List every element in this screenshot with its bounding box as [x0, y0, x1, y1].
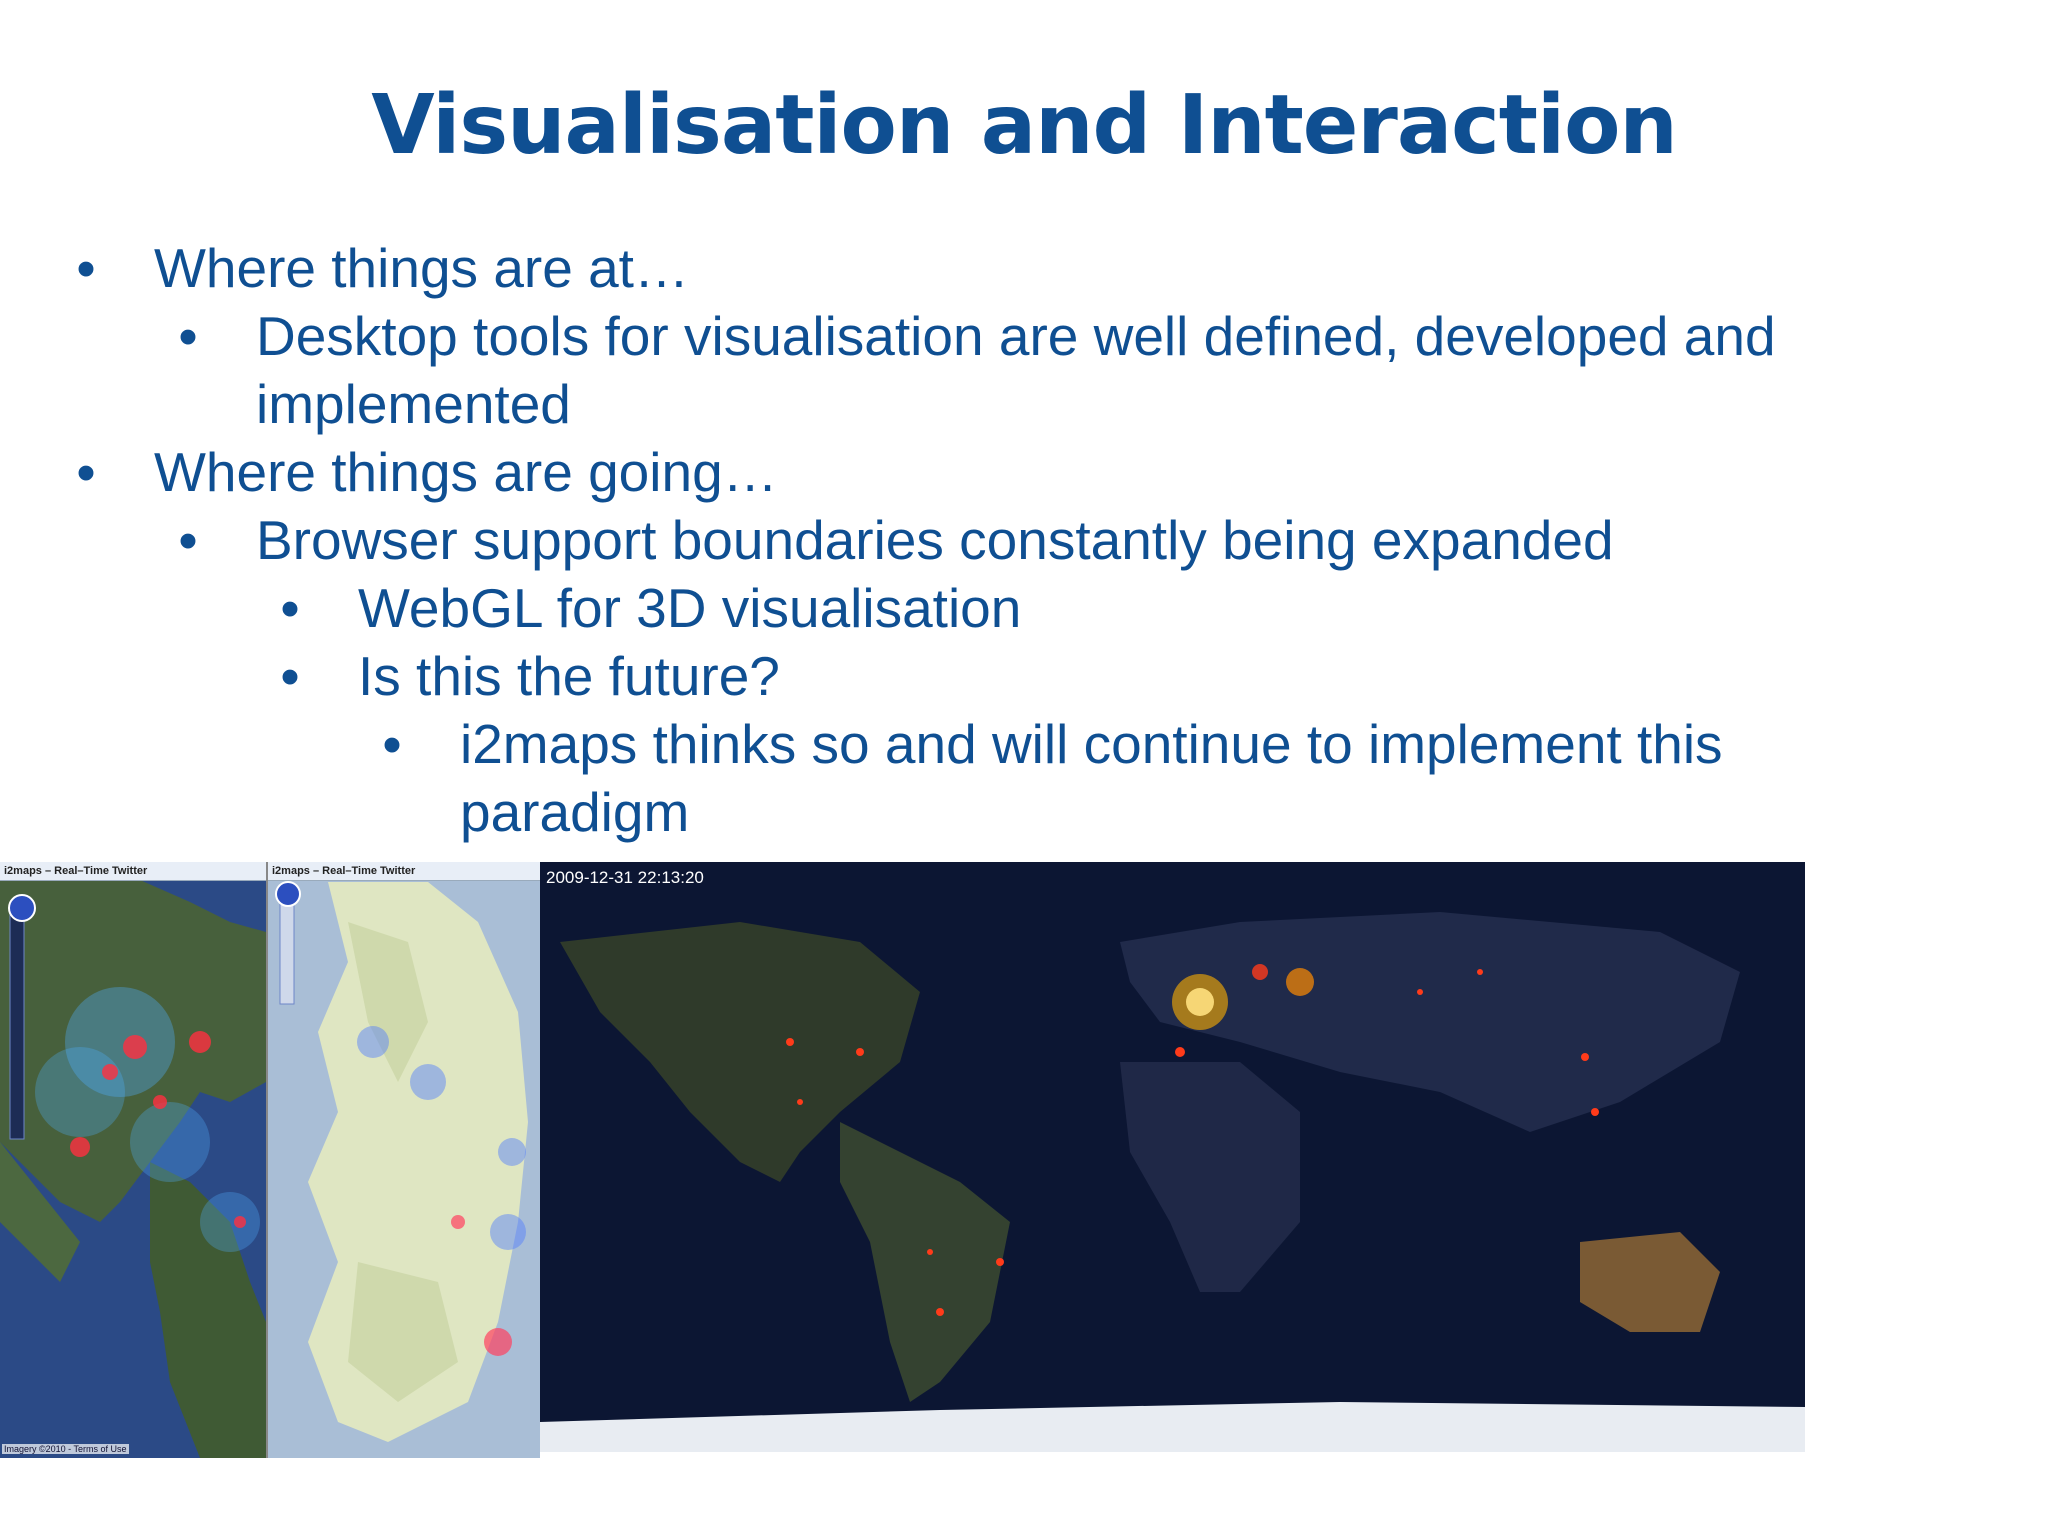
- bullet-symbol: •: [280, 645, 300, 707]
- bullet-symbol: •: [76, 237, 96, 299]
- bullet-text: i2maps thinks so and will continue to im…: [460, 713, 1723, 775]
- bullet-symbol: •: [76, 441, 96, 503]
- bullet-text: Where things are going…: [154, 441, 778, 503]
- map-screenshots-figure: i2maps – Real–Time Twitter Imagery ©2010…: [0, 862, 1805, 1462]
- bullet-symbol: •: [280, 577, 300, 639]
- bullet-text: Where things are at…: [154, 237, 689, 299]
- panel-caption: i2maps – Real–Time Twitter: [0, 862, 266, 881]
- bullet-text: WebGL for 3D visualisation: [358, 577, 1022, 639]
- world-night-map-image: [540, 862, 1805, 1452]
- north-america-heatmap-map: i2maps – Real–Time Twitter Imagery ©2010…: [0, 862, 266, 1458]
- bullet-symbol: •: [382, 713, 402, 775]
- bullet-text: Is this the future?: [358, 645, 780, 707]
- bullet-list: • Where things are at… • Desktop tools f…: [0, 0, 2048, 860]
- map-timestamp: 2009-12-31 22:13:20: [546, 868, 704, 887]
- bullet-symbol: •: [178, 509, 198, 571]
- panel-caption: i2maps – Real–Time Twitter: [268, 862, 540, 881]
- map-credit: Imagery ©2010 - Terms of Use: [2, 1444, 129, 1454]
- bullet-text: Browser support boundaries constantly be…: [256, 509, 1614, 571]
- world-night-map: 2009-12-31 22:13:20: [540, 862, 1805, 1452]
- bullet-symbol: •: [178, 305, 198, 367]
- north-america-map-image: [0, 862, 266, 1458]
- bullet-text: Desktop tools for visualisation are well…: [256, 305, 1776, 367]
- bullet-text: paradigm: [460, 781, 690, 843]
- ireland-map-image: [268, 862, 540, 1458]
- ireland-heatmap-map: i2maps – Real–Time Twitter: [266, 862, 540, 1458]
- bullet-text: implemented: [256, 373, 571, 435]
